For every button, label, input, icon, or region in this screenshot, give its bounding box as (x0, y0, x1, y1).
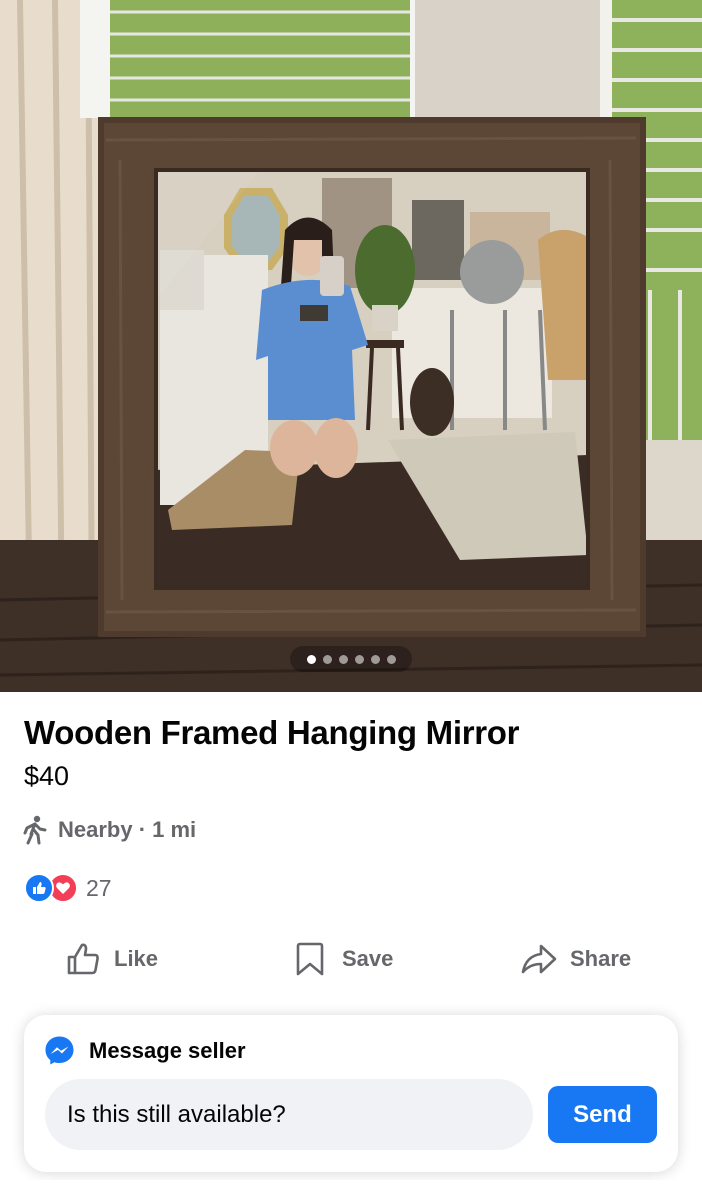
carousel-dot-2[interactable] (322, 654, 332, 664)
share-label: Share (570, 946, 632, 971)
message-seller-header: Message seller (44, 1035, 246, 1066)
send-button[interactable]: Send (548, 1086, 657, 1143)
message-seller-card: Message seller Send (24, 1015, 678, 1172)
like-button[interactable]: Like (64, 940, 158, 978)
listing-location: Nearby · 1 mi (22, 815, 196, 845)
message-input[interactable] (45, 1079, 533, 1150)
carousel-dot-4[interactable] (354, 654, 364, 664)
message-seller-title: Message seller (89, 1037, 246, 1063)
messenger-icon (45, 1036, 74, 1065)
listing-title: Wooden Framed Hanging Mirror (24, 714, 520, 751)
location-text: Nearby · 1 mi (58, 817, 197, 842)
share-button[interactable]: Share (520, 940, 631, 978)
carousel-dot-3[interactable] (338, 654, 348, 664)
carousel-indicator (290, 646, 412, 672)
walking-person-icon (23, 815, 47, 845)
share-arrow-icon (521, 944, 557, 974)
save-button[interactable]: Save (292, 940, 393, 978)
listing-actions: Like Save Share (0, 940, 702, 986)
carousel-dot-5[interactable] (370, 654, 380, 664)
like-reaction-icon (24, 873, 54, 903)
carousel-dot-1[interactable] (306, 654, 316, 664)
reactions-summary[interactable]: 27 (24, 873, 112, 903)
thumbs-up-icon (67, 943, 99, 975)
listing-photo-image (0, 0, 702, 692)
bookmark-icon (296, 942, 324, 976)
carousel-dot-6[interactable] (386, 654, 396, 664)
listing-price: $40 (24, 761, 70, 791)
listing-photo[interactable] (0, 0, 702, 692)
bottom-spacer (0, 1180, 702, 1200)
reaction-count: 27 (86, 874, 112, 901)
save-label: Save (342, 946, 394, 971)
like-label: Like (114, 946, 159, 971)
